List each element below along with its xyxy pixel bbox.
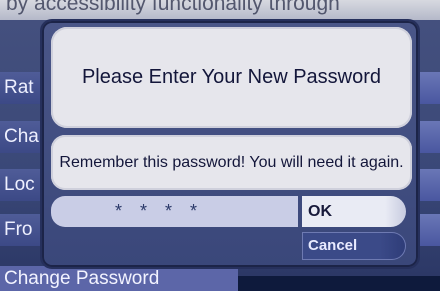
dialog-title-text: Please Enter Your New Password bbox=[81, 66, 382, 88]
top-band-text: by accessibility functionality through bbox=[6, 0, 340, 15]
dialog-message: Remember this password! You will need it… bbox=[51, 135, 412, 190]
dialog-title: Please Enter Your New Password bbox=[51, 27, 412, 128]
dialog-message-text: Remember this password! You will need it… bbox=[59, 154, 404, 171]
ok-button[interactable]: OK bbox=[302, 196, 406, 227]
password-input[interactable]: **** bbox=[51, 196, 298, 227]
cancel-button[interactable]: Cancel bbox=[302, 232, 406, 260]
change-password-tab[interactable]: Change Password bbox=[0, 266, 238, 291]
